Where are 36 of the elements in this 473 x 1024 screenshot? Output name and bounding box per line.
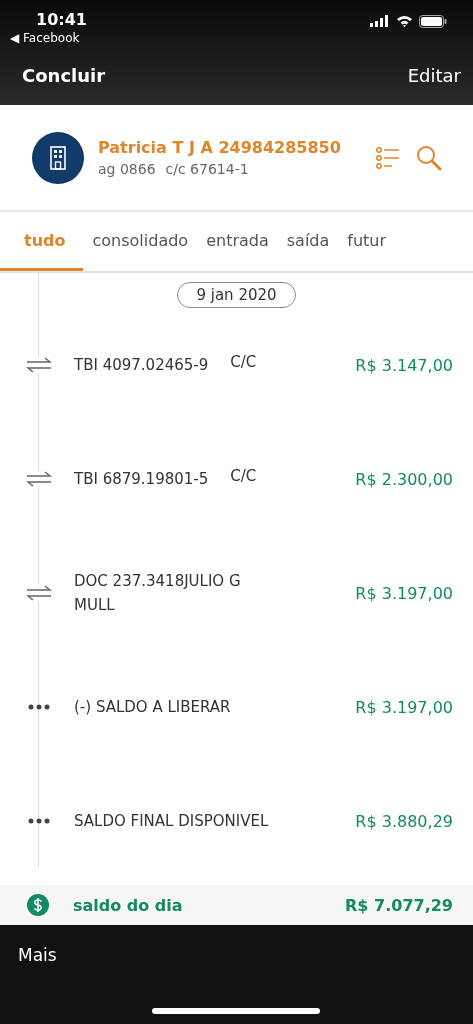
list-icon[interactable] xyxy=(375,144,401,171)
status-time: 10:41 xyxy=(36,10,87,29)
date-pill: 9 jan 2020 xyxy=(177,282,296,308)
more-button[interactable]: Mais xyxy=(18,945,57,965)
transaction-description: SALDO FINAL DISPONIVEL xyxy=(74,811,269,832)
filter-tab[interactable]: consolidado xyxy=(83,212,198,271)
transaction-amount: R$ 3.197,00 xyxy=(355,697,453,717)
more-icon xyxy=(26,704,52,710)
wifi-icon xyxy=(396,15,413,27)
transaction-amount: R$ 2.300,00 xyxy=(355,469,453,489)
agency-number: ag 0866 xyxy=(98,161,156,177)
edit-button[interactable]: Editar xyxy=(407,65,461,86)
transaction-type: C/C xyxy=(230,467,257,487)
transaction-description: (-) SALDO A LIBERAR xyxy=(74,697,231,718)
search-icon[interactable] xyxy=(415,143,443,172)
transaction-amount: R$ 3.147,00 xyxy=(355,355,453,375)
building-icon xyxy=(32,131,84,184)
day-balance-label: saldo do dia xyxy=(73,895,183,915)
transaction-type: C/C xyxy=(230,353,257,373)
signal-icon xyxy=(370,15,390,27)
more-icon xyxy=(26,818,52,824)
transaction-description: DOC 237.3418JULIO G MULL xyxy=(74,571,242,616)
done-button[interactable]: Concluir xyxy=(22,65,106,86)
filter-tab[interactable]: entrada xyxy=(197,212,278,271)
transaction-amount: R$ 3.880,29 xyxy=(355,811,453,831)
filter-tab[interactable]: futur xyxy=(338,212,396,271)
battery-icon xyxy=(419,14,447,28)
transaction-description: TBI 6879.19801-5 xyxy=(74,469,209,490)
account-holder-name: Patricia T J A 24984285850 xyxy=(98,138,342,157)
filter-tab[interactable]: saída xyxy=(277,212,339,271)
transaction-description: TBI 4097.02465-9 xyxy=(74,355,209,376)
day-balance-amount: R$ 7.077,29 xyxy=(345,895,453,915)
back-to-app-link[interactable]: ◀ Facebook xyxy=(10,31,80,45)
transaction-amount: R$ 3.197,00 xyxy=(355,583,453,603)
dollar-icon xyxy=(27,894,49,916)
account-number: c/c 67614-1 xyxy=(165,161,249,177)
